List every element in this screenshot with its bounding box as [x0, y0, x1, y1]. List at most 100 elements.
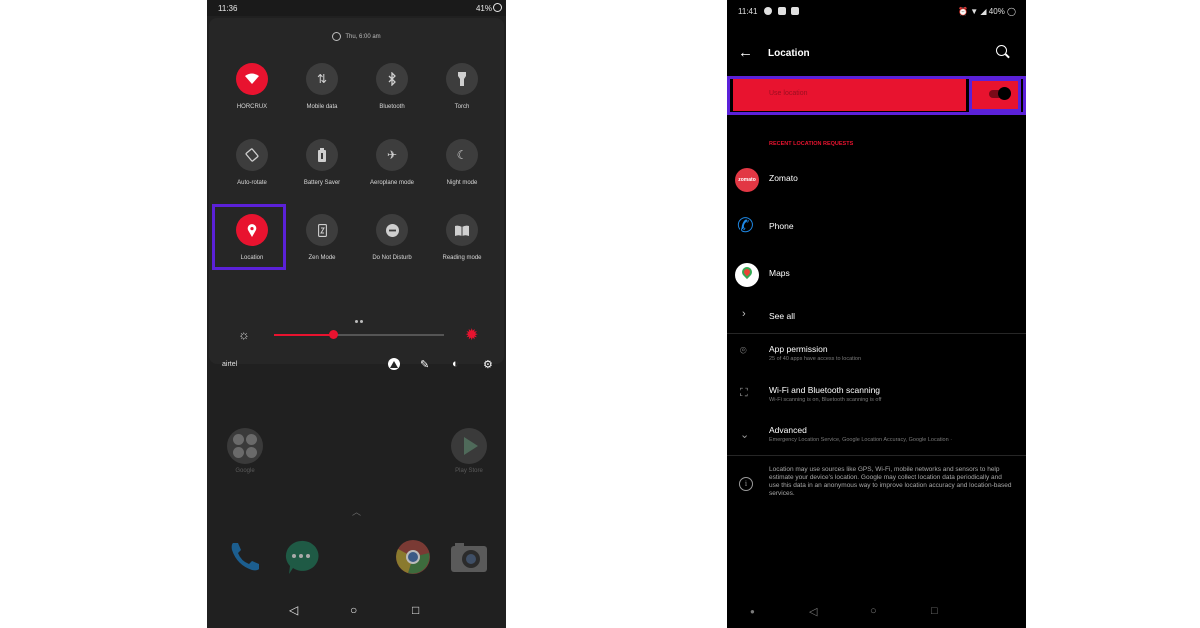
play-store-icon [451, 428, 487, 464]
use-location-label: Use location [769, 90, 808, 97]
chrome-icon [396, 540, 430, 574]
tile-label: Battery Saver [303, 180, 341, 186]
recent-app-zomato[interactable]: zomato Zomato [727, 164, 1026, 194]
cell-signal-icon: ◢ [980, 7, 987, 16]
settings-app-permission[interactable]: ⌾ App permission 25 of 40 apps have acce… [727, 343, 1026, 377]
user-avatar-icon[interactable] [388, 358, 400, 373]
see-all-link[interactable]: See all [769, 311, 795, 321]
tile-do-not-disturb[interactable]: Do Not Disturb [357, 214, 427, 261]
zen-mode-icon [306, 214, 338, 246]
tile-wifi[interactable]: HORCRUX [217, 63, 287, 110]
next-alarm[interactable]: Thu, 6:00 am [209, 32, 504, 41]
back-nav-icon[interactable]: ◁ [289, 603, 298, 617]
tile-label: Zen Mode [308, 255, 336, 261]
google-folder[interactable]: Google [215, 428, 275, 474]
tile-label: Bluetooth [379, 104, 405, 110]
messages-icon [285, 540, 319, 574]
back-nav-icon[interactable]: ◁ [809, 605, 817, 618]
folder-label: Google [235, 468, 255, 474]
brightness-high-icon: ✹ [465, 327, 479, 344]
reading-mode-icon [446, 214, 478, 246]
wifi-signal-icon: ▼ [970, 7, 979, 16]
status-icons: ⏰ ▼ ◢ 40% ◯ [958, 7, 1016, 16]
back-arrow-icon[interactable]: ← [738, 44, 753, 61]
tile-label: Reading mode [442, 255, 482, 261]
tile-battery-saver[interactable]: Battery Saver [287, 139, 357, 186]
dock-camera-app[interactable] [449, 537, 489, 577]
torch-icon [446, 63, 478, 95]
message-notification-icon [778, 7, 786, 15]
chevron-right-icon: › [742, 308, 746, 320]
location-info-text: Location may use sources like GPS, Wi-Fi… [769, 466, 1012, 497]
brightness-fill [274, 334, 333, 336]
battery-icon: ◯ [1007, 7, 1016, 16]
settings-wifi-bluetooth-scanning[interactable]: ⛶ Wi-Fi and Bluetooth scanning Wi-Fi sca… [727, 384, 1026, 418]
app-drawer-chevron-icon[interactable]: ︿ [352, 505, 361, 518]
home-nav-icon[interactable]: ○ [350, 603, 357, 617]
setting-title: Advanced [769, 425, 807, 435]
edit-pencil-icon[interactable]: ✎ [420, 358, 429, 371]
setting-title: Wi-Fi and Bluetooth scanning [769, 385, 881, 395]
tile-label: Auto-rotate [237, 180, 267, 186]
recents-nav-icon[interactable]: □ [931, 605, 938, 617]
carrier-name: airtel [222, 361, 238, 368]
tile-label: Aeroplane mode [369, 180, 415, 186]
page-title: Location [768, 48, 810, 59]
play-store-label: Play Store [455, 468, 483, 474]
recent-app-maps[interactable]: Maps [727, 259, 1026, 289]
tile-aeroplane-mode[interactable]: ✈ Aeroplane mode [357, 139, 427, 186]
whatsapp-notification-icon [764, 7, 772, 15]
toggle-knob[interactable] [998, 87, 1011, 100]
brightness-low-icon: ☼ [238, 327, 250, 342]
dock-chrome-app[interactable] [393, 537, 433, 577]
tile-label: Torch [454, 104, 470, 110]
tile-torch[interactable]: Torch [427, 63, 497, 110]
dock-phone-app[interactable] [225, 537, 265, 577]
app-name: Maps [769, 268, 790, 278]
tile-zen-mode[interactable]: Zen Mode [287, 214, 357, 261]
location-settings-screen: 11:41 ⏰ ▼ ◢ 40% ◯ ← Location Use locatio… [727, 0, 1026, 628]
status-time: 11:36 [218, 4, 238, 13]
recents-nav-icon[interactable]: □ [412, 603, 419, 617]
nav-dot-icon[interactable]: ● [750, 607, 755, 616]
phone-icon: ✆ [737, 215, 754, 237]
location-permission-icon: ⌾ [740, 345, 747, 357]
tile-mobile-data[interactable]: ⇅ Mobile data [287, 63, 357, 110]
tile-auto-rotate[interactable]: Auto-rotate [217, 139, 287, 186]
scan-icon: ⛶ [740, 387, 748, 399]
wifi-icon [236, 63, 268, 95]
app-name: Zomato [769, 173, 798, 183]
mobile-data-icon: ⇅ [306, 63, 338, 95]
bluetooth-icon [376, 63, 408, 95]
zomato-icon: zomato [735, 168, 759, 192]
settings-advanced[interactable]: ⌄ Advanced Emergency Location Service, G… [727, 424, 1026, 458]
battery-icon [493, 3, 502, 12]
recent-requests-header: RECENT LOCATION REQUESTS [769, 141, 854, 147]
theme-icon[interactable]: ◐ [452, 358, 459, 370]
tile-bluetooth[interactable]: Bluetooth [357, 63, 427, 110]
tile-reading-mode[interactable]: Reading mode [427, 214, 497, 261]
battery-level: 40% [988, 7, 1005, 16]
aeroplane-icon: ✈ [376, 139, 408, 171]
phone-icon [231, 543, 259, 571]
tile-night-mode[interactable]: ☾ Night mode [427, 139, 497, 186]
recent-app-phone[interactable]: ✆ Phone [727, 212, 1026, 242]
quick-settings-panel: Thu, 6:00 am HORCRUX ⇅ Mobile data Bluet… [209, 18, 504, 371]
brightness-thumb[interactable] [329, 330, 338, 339]
home-nav-icon[interactable]: ○ [870, 605, 877, 617]
use-location-row[interactable] [733, 79, 966, 111]
info-icon: i [739, 477, 753, 491]
maps-icon [735, 263, 759, 287]
play-store-app[interactable]: Play Store [439, 428, 499, 474]
search-icon[interactable] [996, 45, 1007, 56]
setting-subtitle: Emergency Location Service, Google Locat… [769, 437, 953, 443]
page-indicator [355, 310, 365, 328]
setting-title: App permission [769, 344, 828, 354]
tile-label: HORCRUX [236, 104, 268, 110]
alarm-clock-icon [332, 32, 342, 41]
settings-gear-icon[interactable]: ⚙ [483, 358, 493, 371]
dock-messages-app[interactable] [281, 537, 321, 577]
tile-label: Mobile data [306, 104, 338, 110]
alarm-icon: ⏰ [958, 7, 969, 16]
setting-subtitle: Wi-Fi scanning is on, Bluetooth scanning… [769, 397, 882, 403]
